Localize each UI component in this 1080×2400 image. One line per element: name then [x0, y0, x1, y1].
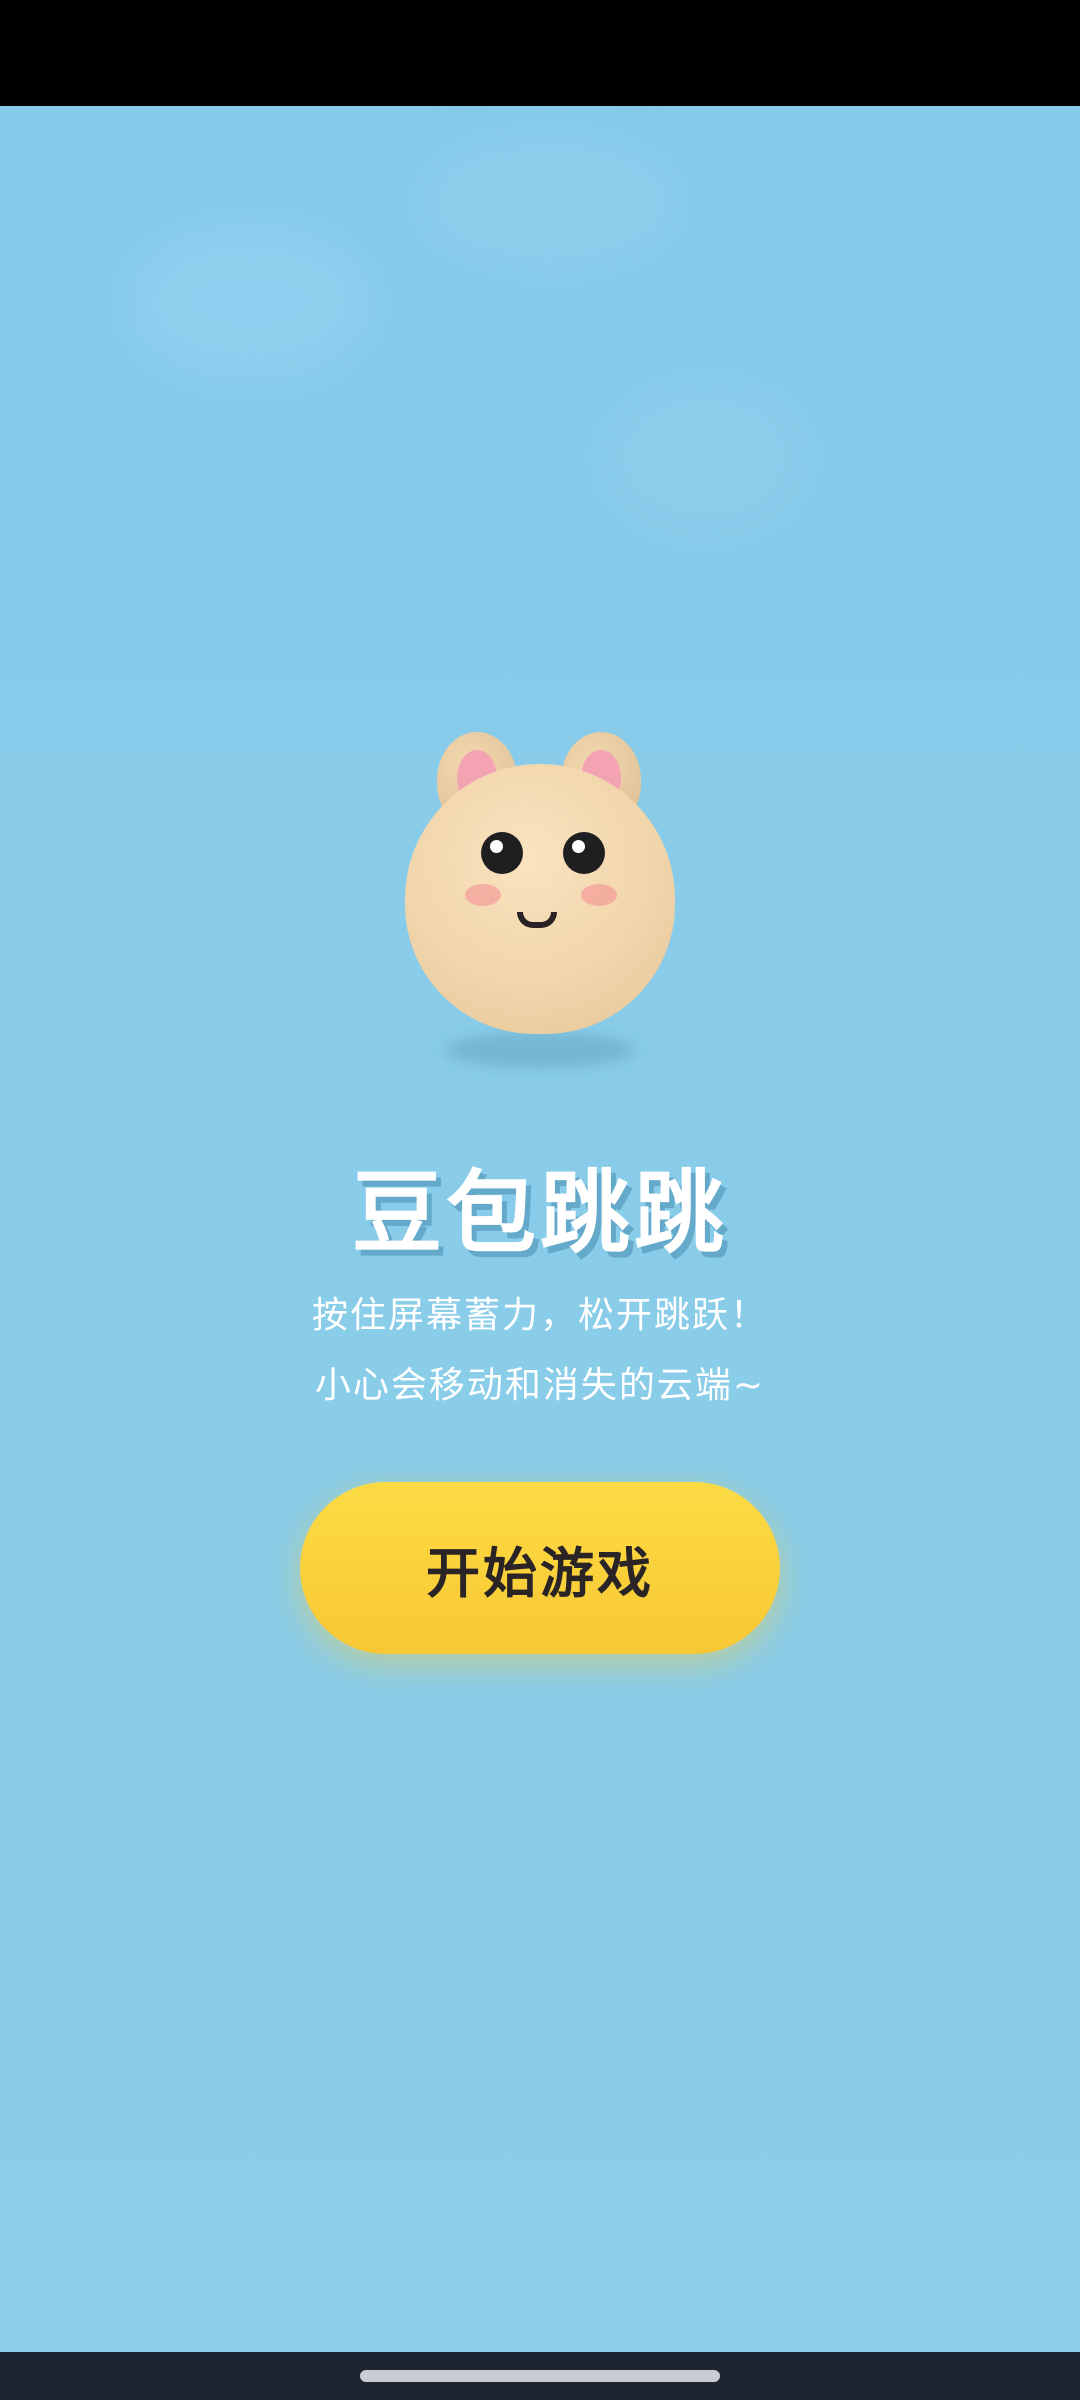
mascot-left-eye [481, 832, 523, 874]
bunny-bean-mascot-icon [395, 620, 685, 1080]
background-cloud [130, 226, 370, 376]
navigation-bar [0, 2352, 1080, 2400]
mascot-right-blush [581, 884, 617, 906]
status-bar [0, 0, 1080, 106]
mascot-mouth [517, 912, 557, 928]
game-screen: 豆包跳跳 按住屏幕蓄力，松开跳跃！ 小心会移动和消失的云端~ 开始游戏 [0, 0, 1080, 2400]
instruction-line-1: 按住屏幕蓄力，松开跳跃！ [311, 1295, 768, 1336]
mascot-shadow [445, 1032, 635, 1068]
instruction-line-2: 小心会移动和消失的云端~ [314, 1365, 766, 1406]
game-title: 豆包跳跳 [352, 1161, 728, 1266]
mascot-body [405, 764, 675, 1034]
mascot-right-eye [563, 832, 605, 874]
background-cloud [420, 136, 680, 266]
start-game-button[interactable]: 开始游戏 [300, 1482, 780, 1654]
background-cloud [610, 386, 800, 526]
home-indicator[interactable] [360, 2370, 720, 2382]
mascot-left-blush [465, 884, 501, 906]
